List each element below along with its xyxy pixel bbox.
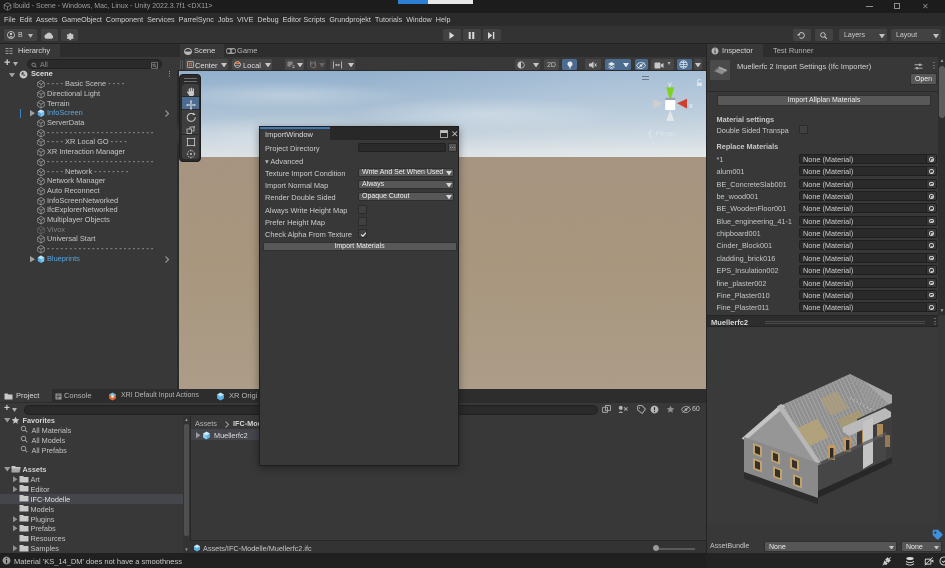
svg-text:y: y	[668, 79, 672, 88]
svg-text:x: x	[689, 101, 693, 110]
